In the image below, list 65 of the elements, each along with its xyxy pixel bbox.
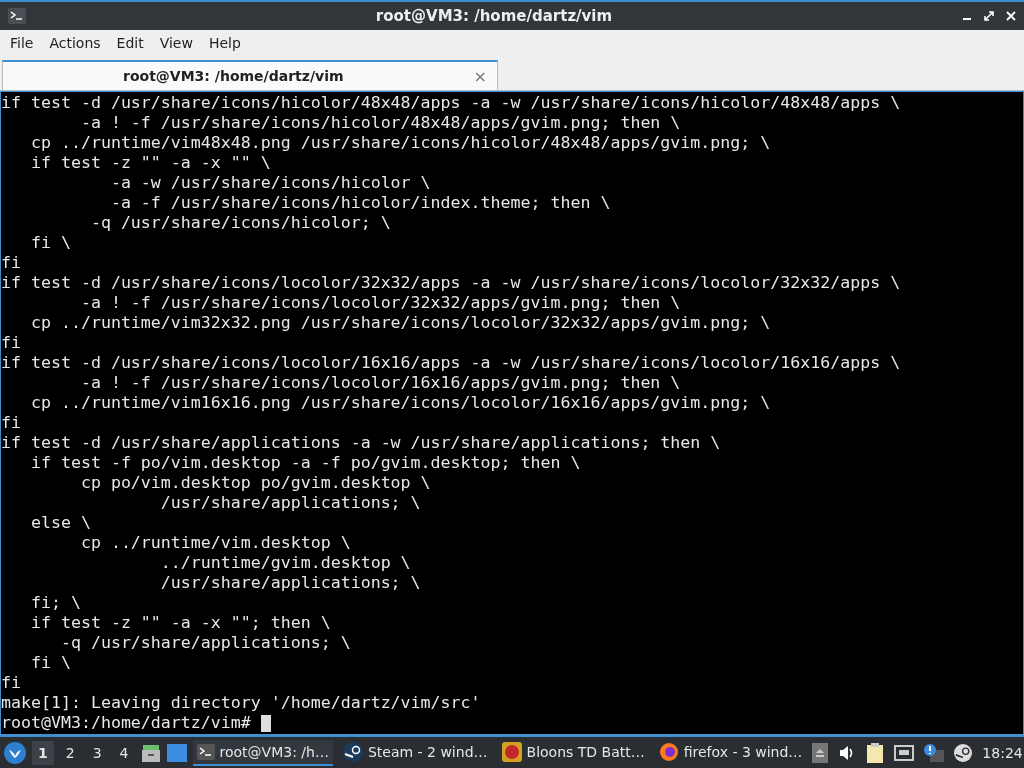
terminal-line: -a -f /usr/share/icons/hicolor/index.theme; then \ bbox=[109, 193, 612, 213]
taskbar-button[interactable]: firefox - 3 wind… bbox=[654, 737, 807, 768]
steam-icon[interactable] bbox=[954, 743, 973, 762]
terminal-line: fi \ bbox=[29, 233, 72, 253]
terminal-line: if test -f po/vim.desktop -a -f po/gvim.desktop; then \ bbox=[29, 453, 582, 473]
menu-item[interactable]: View bbox=[151, 35, 201, 51]
desktop-icon[interactable] bbox=[166, 743, 187, 762]
menu-item[interactable]: File bbox=[2, 35, 42, 51]
window-title: root@VM3: /home/dartz/vim bbox=[374, 7, 614, 25]
terminal-line: cp ../runtime/vim16x16.png /usr/share/icons/locolor/16x16/apps/gvim.png; \ bbox=[29, 393, 772, 413]
game-icon bbox=[501, 741, 522, 762]
menu-item[interactable]: Help bbox=[200, 35, 249, 51]
maximize-icon[interactable] bbox=[984, 11, 994, 21]
workspace-button[interactable]: 4 bbox=[113, 740, 135, 765]
workspace-button[interactable]: 2 bbox=[59, 740, 81, 765]
terminal-line: -a ! -f /usr/share/icons/locolor/32x32/apps/gvim.png; then \ bbox=[79, 293, 682, 313]
terminal-icon bbox=[8, 8, 26, 24]
text-cursor bbox=[260, 714, 271, 732]
terminal-line: fi bbox=[1, 333, 22, 353]
terminal-line: fi bbox=[1, 253, 22, 273]
terminal-line: -q /usr/share/applications; \ bbox=[59, 633, 352, 653]
close-tab-button[interactable]: × bbox=[463, 66, 497, 86]
steam-icon bbox=[342, 741, 363, 762]
terminal-line: if test -d /usr/share/icons/hicolor/48x48/apps -a -w /usr/share/icons/hicolor/48x48/apps \ bbox=[1, 93, 902, 113]
terminal-line: cp ../runtime/vim48x48.png /usr/share/icons/hicolor/48x48/apps/gvim.png; \ bbox=[29, 133, 772, 153]
workspace-button[interactable]: 3 bbox=[86, 740, 108, 765]
terminal-line: -q /usr/share/icons/hicolor; \ bbox=[89, 213, 392, 233]
terminal-line: -a ! -f /usr/share/icons/locolor/16x16/apps/gvim.png; then \ bbox=[79, 373, 682, 393]
terminal-line: -a -w /usr/share/icons/hicolor \ bbox=[109, 173, 432, 193]
tab[interactable]: root@VM3: /home/dartz/vim × bbox=[2, 60, 498, 90]
terminal-line: /usr/share/applications; \ bbox=[159, 573, 422, 593]
terminal-line: if test -d /usr/share/icons/locolor/32x32/apps -a -w /usr/share/icons/locolor/32x32/apps \ bbox=[1, 273, 902, 293]
terminal-icon bbox=[196, 743, 215, 760]
notification-icon[interactable] bbox=[924, 743, 945, 762]
close-icon[interactable] bbox=[1006, 11, 1016, 21]
terminal-line: /usr/share/applications; \ bbox=[159, 493, 422, 513]
terminal-line: if test -d /usr/share/icons/locolor/16x16/apps -a -w /usr/share/icons/locolor/16x16/apps \ bbox=[1, 353, 902, 373]
menu-item[interactable]: Actions bbox=[41, 35, 109, 51]
taskbar-button[interactable]: Bloons TD Batt… bbox=[497, 737, 649, 768]
terminal-line: make[1]: Leaving directory '/home/dartz/vim/src' bbox=[1, 693, 482, 713]
terminal-line: fi; \ bbox=[29, 593, 82, 613]
terminal-line: cp ../runtime/vim.desktop \ bbox=[79, 533, 352, 553]
file-cabinet-icon[interactable] bbox=[140, 742, 161, 763]
firefox-icon bbox=[658, 741, 679, 762]
terminal-line: fi \ bbox=[29, 653, 72, 673]
terminal-line: ../runtime/gvim.desktop \ bbox=[159, 553, 412, 573]
clipboard-icon[interactable] bbox=[866, 742, 885, 763]
clock: 18:24 bbox=[982, 744, 1023, 761]
terminal-line: if test -d /usr/share/applications -a -w /usr/share/applications; then \ bbox=[1, 433, 722, 453]
workspace-button[interactable]: 1 bbox=[32, 740, 54, 765]
terminal-line: cp ../runtime/vim32x32.png /usr/share/icons/locolor/32x32/apps/gvim.png; \ bbox=[29, 313, 772, 333]
taskbar-button[interactable]: Steam - 2 wind… bbox=[338, 737, 492, 768]
terminal-line: -a ! -f /usr/share/icons/hicolor/48x48/apps/gvim.png; then \ bbox=[79, 113, 682, 133]
menu-item[interactable]: Edit bbox=[108, 35, 152, 51]
network-icon[interactable] bbox=[894, 744, 915, 761]
terminal-line: if test -z "" -a -x ""; then \ bbox=[29, 613, 332, 633]
terminal-line: cp po/vim.desktop po/gvim.desktop \ bbox=[79, 473, 432, 493]
terminal-line: if test -z "" -a -x "" \ bbox=[29, 153, 272, 173]
terminal-line: else \ bbox=[29, 513, 92, 533]
tab-label: root@VM3: /home/dartz/vim bbox=[122, 68, 345, 84]
shell-prompt: root@VM3:/home/dartz/vim# bbox=[1, 713, 252, 733]
terminal-line: fi bbox=[1, 413, 22, 433]
taskbar-button[interactable]: root@VM3: /h… bbox=[192, 739, 333, 766]
terminal-line: fi bbox=[1, 673, 22, 693]
eject-icon[interactable] bbox=[812, 742, 829, 763]
